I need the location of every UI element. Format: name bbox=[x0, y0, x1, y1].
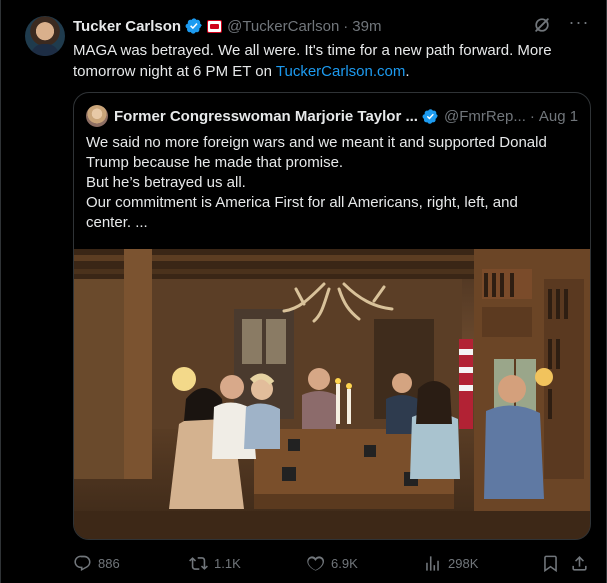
reply-icon bbox=[74, 555, 91, 571]
reply-button[interactable]: 886 bbox=[73, 552, 120, 574]
views-icon bbox=[426, 555, 439, 571]
share-icon bbox=[572, 555, 587, 571]
like-count: 6.9K bbox=[331, 555, 358, 571]
verified-badge-icon[interactable] bbox=[422, 108, 439, 125]
tweet-text-fragment: . bbox=[405, 63, 410, 80]
like-icon bbox=[307, 555, 325, 571]
quoted-text-line: But he’s betrayed us all. bbox=[86, 174, 246, 191]
quoted-timestamp[interactable]: Aug 1 bbox=[539, 108, 578, 125]
bookmark-icon bbox=[544, 555, 557, 572]
more-icon[interactable]: ··· bbox=[568, 13, 590, 35]
timestamp[interactable]: 39m bbox=[352, 18, 381, 35]
author-avatar[interactable] bbox=[25, 16, 65, 56]
quoted-photo[interactable] bbox=[74, 249, 590, 539]
grok-icon[interactable] bbox=[532, 15, 552, 35]
tweet-text: MAGA was betrayed. We all were. It's tim… bbox=[73, 40, 573, 82]
quoted-text-line: Our commitment is America First for all … bbox=[86, 194, 518, 211]
quoted-avatar[interactable] bbox=[86, 105, 108, 127]
affiliate-badge-icon[interactable] bbox=[207, 19, 223, 33]
quoted-header: Former Congresswoman Marjorie Taylor ...… bbox=[86, 105, 580, 127]
repost-count: 1.1K bbox=[214, 555, 241, 571]
quoted-text: We said no more foreign wars and we mean… bbox=[86, 133, 576, 233]
repost-icon bbox=[189, 556, 208, 570]
verified-badge-icon[interactable] bbox=[185, 17, 203, 35]
like-button[interactable]: 6.9K bbox=[306, 552, 358, 574]
action-bar: 886 1.1K 6.9K 298K bbox=[73, 552, 589, 574]
quoted-text-line: Trump because he made that promise. bbox=[86, 154, 344, 171]
share-button[interactable] bbox=[570, 552, 589, 574]
reply-count: 886 bbox=[98, 555, 120, 571]
separator-dot: · bbox=[343, 17, 349, 35]
separator-dot: · bbox=[529, 107, 535, 125]
tweet[interactable]: Tucker Carlson @TuckerCarlson · 39m ··· … bbox=[0, 0, 607, 583]
tweet-text-line: tomorrow night at 6 PM ET on TuckerCarls… bbox=[73, 61, 573, 82]
repost-button[interactable]: 1.1K bbox=[189, 552, 241, 574]
photo-illustration bbox=[74, 249, 590, 539]
tweet-link[interactable]: TuckerCarlson.com bbox=[276, 63, 405, 80]
tweet-header: Tucker Carlson @TuckerCarlson · 39m ··· bbox=[73, 13, 590, 37]
quoted-text-line: center. ... bbox=[86, 214, 148, 231]
quoted-author-handle[interactable]: @FmrRep... bbox=[444, 108, 526, 125]
views-button[interactable]: 298K bbox=[423, 552, 478, 574]
author-handle[interactable]: @TuckerCarlson bbox=[227, 18, 339, 35]
quoted-tweet[interactable]: Former Congresswoman Marjorie Taylor ...… bbox=[73, 92, 591, 540]
tweet-text-fragment: tomorrow night at 6 PM ET on bbox=[73, 63, 276, 80]
quoted-author-name[interactable]: Former Congresswoman Marjorie Taylor ... bbox=[114, 108, 418, 125]
tweet-text-line: MAGA was betrayed. We all were. It's tim… bbox=[73, 42, 552, 59]
quoted-text-line: We said no more foreign wars and we mean… bbox=[86, 134, 547, 151]
bookmark-button[interactable] bbox=[541, 552, 560, 574]
views-count: 298K bbox=[448, 555, 479, 571]
author-name[interactable]: Tucker Carlson bbox=[73, 18, 181, 35]
